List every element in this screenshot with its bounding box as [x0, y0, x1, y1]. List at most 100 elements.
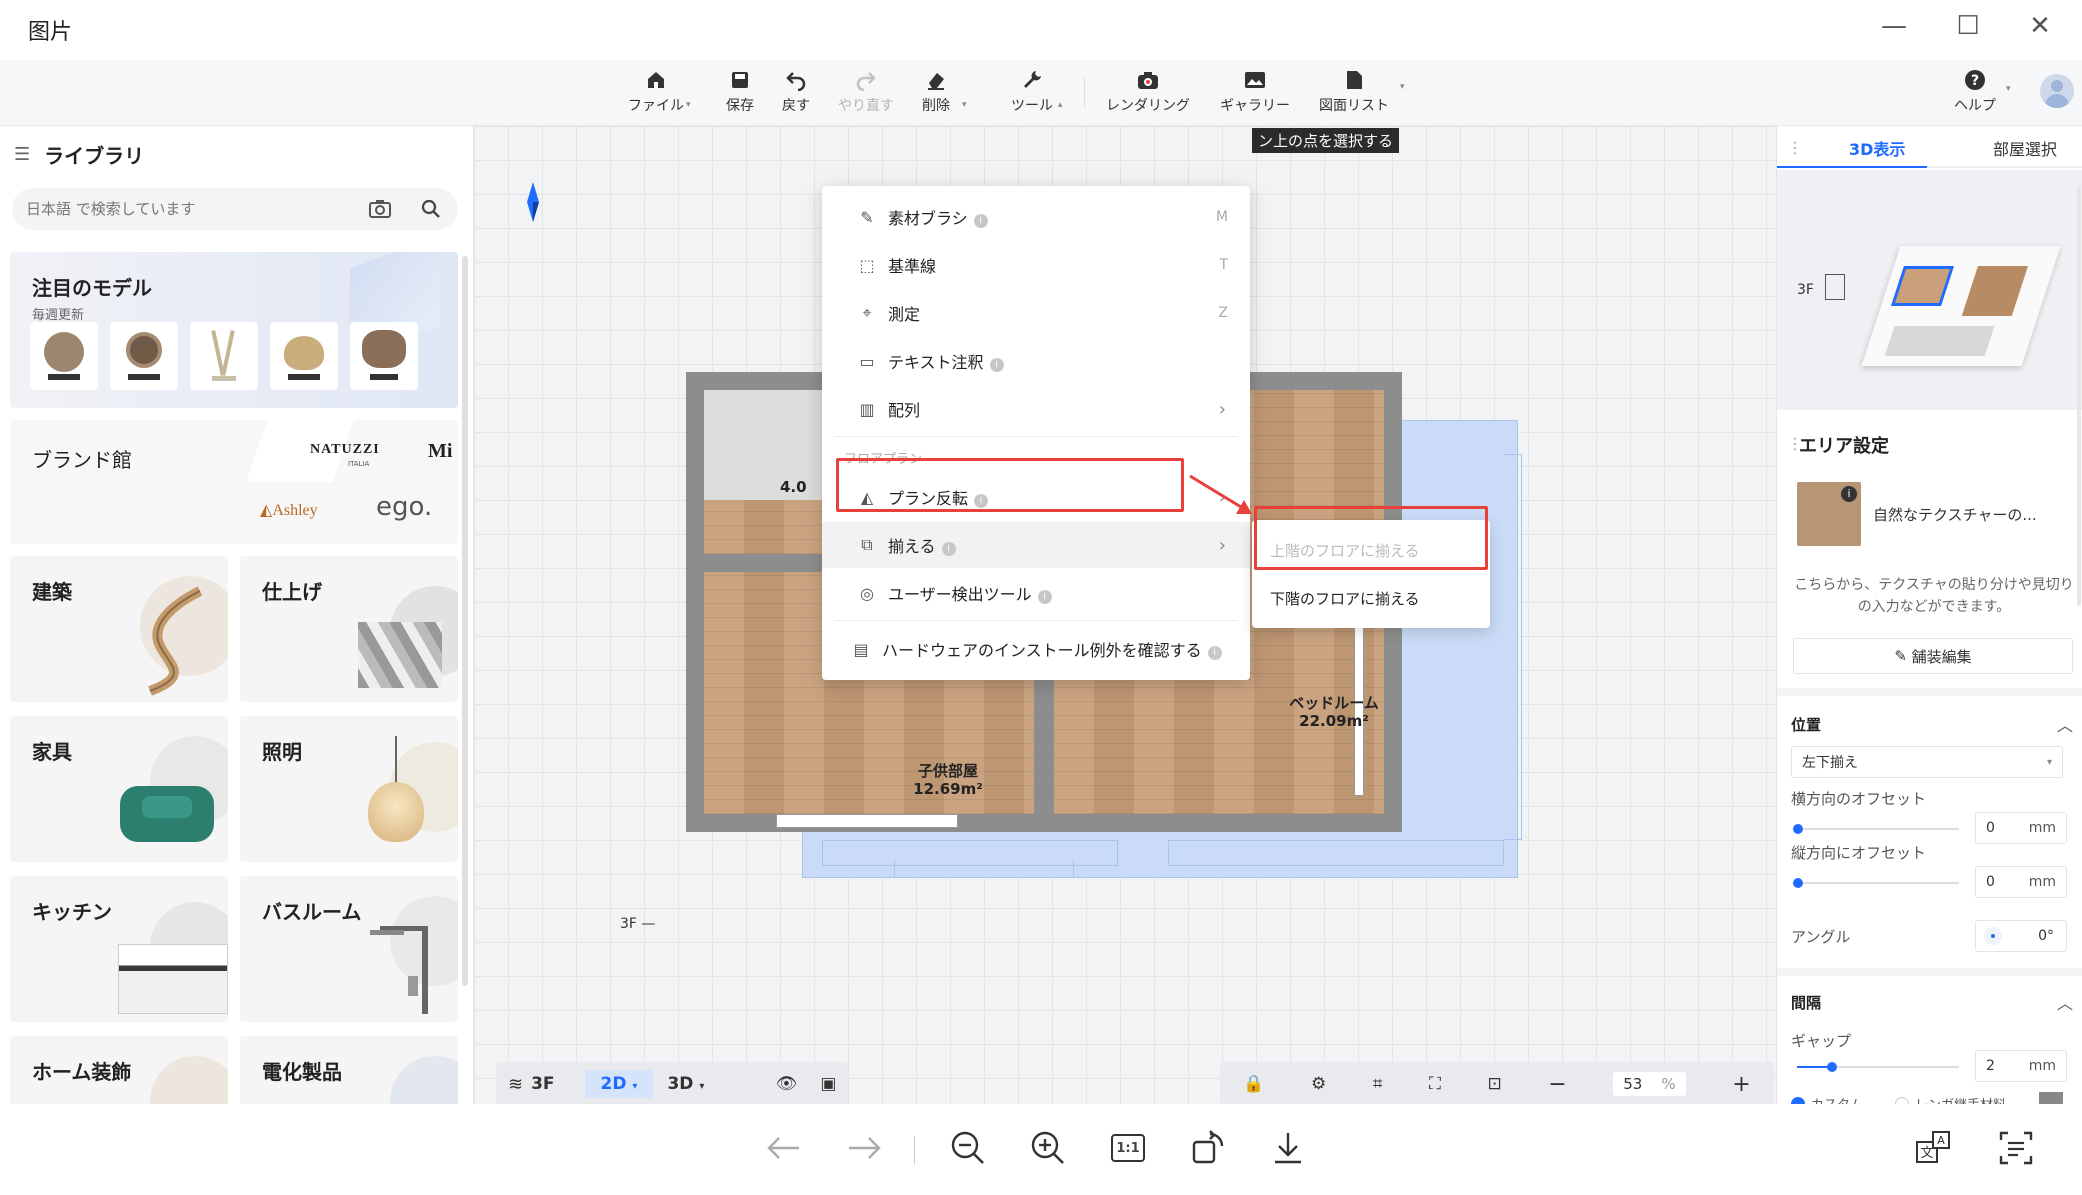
- category-kitchen[interactable]: キッチン: [10, 876, 228, 1022]
- layers-icon[interactable]: ≋: [508, 1074, 523, 1095]
- save-button[interactable]: 保存: [718, 66, 762, 122]
- texture-thumbnail[interactable]: i: [1797, 482, 1861, 546]
- minimize-button[interactable]: —: [1872, 6, 1916, 46]
- brand-card[interactable]: ブランド館 NATUZZI ITALIA Mi ◭Ashley ego.: [10, 420, 458, 544]
- gap-slider[interactable]: [1797, 1066, 1959, 1068]
- actual-size-icon[interactable]: 1:1: [1104, 1124, 1152, 1172]
- featured-models-card[interactable]: 注目のモデル 毎週更新: [10, 252, 458, 408]
- inherit-radio[interactable]: レンガ継手材料: [1895, 1094, 2006, 1104]
- menu-item-material-brush[interactable]: ✎ 素材ブラシ i M: [822, 194, 1250, 240]
- tab-room-select[interactable]: 部屋選択: [1993, 136, 2057, 160]
- menu-item-guideline[interactable]: ⬚ 基準線 T: [822, 242, 1250, 288]
- v-offset-slider[interactable]: [1797, 882, 1959, 884]
- drawing-list-button[interactable]: 図面リスト: [1312, 66, 1396, 122]
- frame-icon[interactable]: ⛶: [1429, 1074, 1441, 1094]
- zoom-value-field[interactable]: 53 %: [1613, 1072, 1686, 1096]
- drag-handle-icon[interactable]: ⋮: [1787, 138, 1803, 157]
- menu-item-text-note[interactable]: ▭ テキスト注釈 i: [822, 338, 1250, 384]
- menu-item-array[interactable]: ▥ 配列 ›: [822, 386, 1250, 432]
- avatar[interactable]: [2040, 74, 2074, 108]
- featured-thumb[interactable]: [350, 322, 418, 390]
- brand-natuzzi[interactable]: NATUZZI: [310, 442, 380, 458]
- visibility-icon[interactable]: 👁: [776, 1074, 798, 1094]
- category-furniture[interactable]: 家具: [10, 716, 228, 862]
- zoom-in-icon[interactable]: [1024, 1124, 1072, 1172]
- close-button[interactable]: ✕: [2018, 6, 2062, 46]
- zoom-out-icon[interactable]: [944, 1124, 992, 1172]
- featured-thumb[interactable]: [190, 322, 258, 390]
- lock-icon[interactable]: 🔒: [1243, 1074, 1264, 1094]
- h-offset-input[interactable]: 0 mm: [1975, 812, 2067, 844]
- zoom-region-icon[interactable]: ⊡: [1487, 1074, 1501, 1094]
- category-home-decor[interactable]: ホーム装飾: [10, 1036, 228, 1104]
- file-button[interactable]: ファイル: [624, 66, 688, 122]
- info-icon[interactable]: i: [1841, 486, 1857, 502]
- custom-radio[interactable]: カスタム: [1791, 1094, 1863, 1104]
- render-button[interactable]: レンダリング: [1100, 66, 1196, 122]
- maximize-button[interactable]: ☐: [1946, 6, 1990, 46]
- brand-mi[interactable]: Mi: [428, 440, 452, 463]
- featured-thumb[interactable]: [30, 322, 98, 390]
- view-fit-icon[interactable]: ⌗: [1373, 1074, 1383, 1094]
- redo-button[interactable]: やり直す: [832, 66, 900, 122]
- delete-button[interactable]: 削除: [914, 66, 958, 122]
- category-finishing[interactable]: 仕上げ: [240, 556, 458, 702]
- paving-edit-button[interactable]: ✎ 舗装編集: [1793, 638, 2073, 674]
- floor-selector[interactable]: 3F: [531, 1074, 554, 1094]
- info-icon: i: [989, 358, 1004, 372]
- undo-button[interactable]: 戻す: [774, 66, 818, 122]
- arrow-left-icon[interactable]: [760, 1124, 808, 1172]
- chevron-up-icon[interactable]: ︿: [2057, 990, 2073, 1014]
- library-scrollbar[interactable]: [462, 256, 468, 986]
- camera-search-icon[interactable]: [368, 198, 392, 224]
- angle-input[interactable]: 0°: [1975, 920, 2067, 952]
- search-input[interactable]: [26, 188, 356, 230]
- menu-item-measure[interactable]: ⌖ 測定 Z: [822, 290, 1250, 336]
- compass-icon[interactable]: [526, 182, 540, 222]
- category-architecture[interactable]: 建築: [10, 556, 228, 702]
- menu-item-align[interactable]: ⧉ 揃える i ›: [822, 522, 1250, 568]
- search-icon[interactable]: [420, 198, 442, 224]
- wrench-icon: [1020, 68, 1044, 92]
- settings-toggle-icon[interactable]: ⚙: [1311, 1074, 1326, 1094]
- v-offset-slider-handle[interactable]: [1793, 878, 1803, 888]
- view-2d-button[interactable]: 2D ▾: [584, 1070, 654, 1098]
- translate-icon[interactable]: 文A: [1910, 1124, 1958, 1172]
- menu-item-user-detect[interactable]: ◎ ユーザー検出ツール i: [822, 570, 1250, 616]
- staircase-icon: [148, 586, 203, 696]
- brand-ego[interactable]: ego.: [376, 492, 432, 522]
- brand-ashley[interactable]: ◭Ashley: [260, 500, 318, 520]
- v-offset-input[interactable]: 0 mm: [1975, 866, 2067, 898]
- arrow-right-icon[interactable]: [840, 1124, 888, 1172]
- featured-thumb[interactable]: [110, 322, 178, 390]
- gallery-button[interactable]: ギャラリー: [1214, 66, 1296, 122]
- tab-3d-view[interactable]: 3D表示: [1849, 136, 1905, 160]
- cube-icon[interactable]: ▣: [820, 1074, 836, 1094]
- featured-thumb[interactable]: [270, 322, 338, 390]
- h-offset-slider[interactable]: [1797, 828, 1959, 830]
- gap-slider-handle[interactable]: [1827, 1062, 1837, 1072]
- gap-input[interactable]: 2 mm: [1975, 1050, 2067, 1082]
- h-offset-slider-handle[interactable]: [1793, 824, 1803, 834]
- panel-scrollbar[interactable]: [2077, 186, 2081, 606]
- help-button[interactable]: ? ヘルプ: [1950, 66, 2000, 122]
- tool-button[interactable]: ツール: [1002, 66, 1062, 122]
- view-3d-button[interactable]: 3D ▾: [667, 1074, 704, 1094]
- menu-item-hardware-check[interactable]: ▤ ハードウェアのインストール例外を確認する i: [822, 626, 1250, 672]
- category-lighting[interactable]: 照明: [240, 716, 458, 862]
- rotate-icon[interactable]: [1184, 1124, 1232, 1172]
- angle-dial-icon[interactable]: [1984, 927, 2002, 945]
- align-lower-floor-item[interactable]: 下階のフロアに揃える: [1270, 588, 1420, 609]
- tool-menu: ✎ 素材ブラシ i M ⬚ 基準線 T ⌖ 測定 Z ▭ テキスト注釈 i ▥ 配列…: [822, 186, 1250, 680]
- download-icon[interactable]: [1264, 1124, 1312, 1172]
- zoom-plus-button[interactable]: +: [1732, 1072, 1750, 1097]
- category-bathroom[interactable]: バスルーム: [240, 876, 458, 1022]
- 3d-minimap[interactable]: 3F: [1777, 170, 2082, 410]
- list-icon[interactable]: ☰: [14, 144, 30, 165]
- ocr-text-icon[interactable]: [1992, 1124, 2040, 1172]
- material-swatch[interactable]: [2039, 1092, 2063, 1104]
- zoom-minus-button[interactable]: −: [1548, 1072, 1566, 1097]
- category-appliances[interactable]: 電化製品: [240, 1036, 458, 1104]
- chevron-up-icon[interactable]: ︿: [2057, 712, 2073, 736]
- align-select[interactable]: 左下揃え ▾: [1791, 746, 2063, 778]
